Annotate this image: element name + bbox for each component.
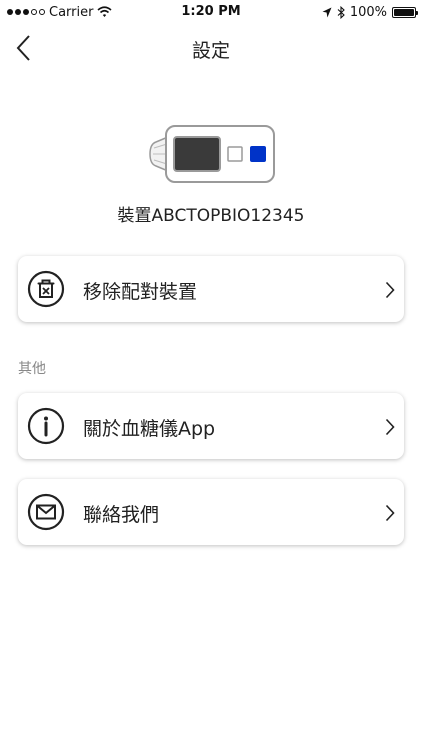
chevron-right-icon — [385, 504, 395, 522]
mail-icon — [27, 493, 65, 531]
contact-us-label: 聯絡我們 — [83, 504, 160, 526]
battery-percent: 100% — [349, 4, 387, 20]
status-right: 100% — [322, 3, 418, 21]
about-app-button[interactable]: 關於血糖儀App — [18, 393, 404, 459]
battery-icon — [392, 6, 418, 18]
nav-bar: 設定 — [0, 24, 422, 72]
page-title: 設定 — [191, 40, 230, 62]
chevron-right-icon — [385, 418, 395, 436]
info-icon — [27, 407, 65, 445]
contact-us-button[interactable]: 聯絡我們 — [18, 479, 404, 545]
remove-paired-device-label: 移除配對裝置 — [83, 281, 198, 303]
device-name: 裝置ABCTOPBIO12345 — [117, 206, 305, 226]
chevron-right-icon — [385, 281, 395, 299]
device-illustration — [149, 125, 275, 183]
unpair-device-icon — [27, 270, 65, 308]
location-arrow-icon — [322, 7, 332, 17]
about-app-label: 關於血糖儀App — [83, 418, 216, 440]
section-header-others: 其他 — [18, 361, 46, 377]
status-bar: Carrier 1:20 PM 100% — [0, 0, 422, 24]
bluetooth-icon — [337, 5, 345, 19]
remove-paired-device-button[interactable]: 移除配對裝置 — [18, 256, 404, 322]
